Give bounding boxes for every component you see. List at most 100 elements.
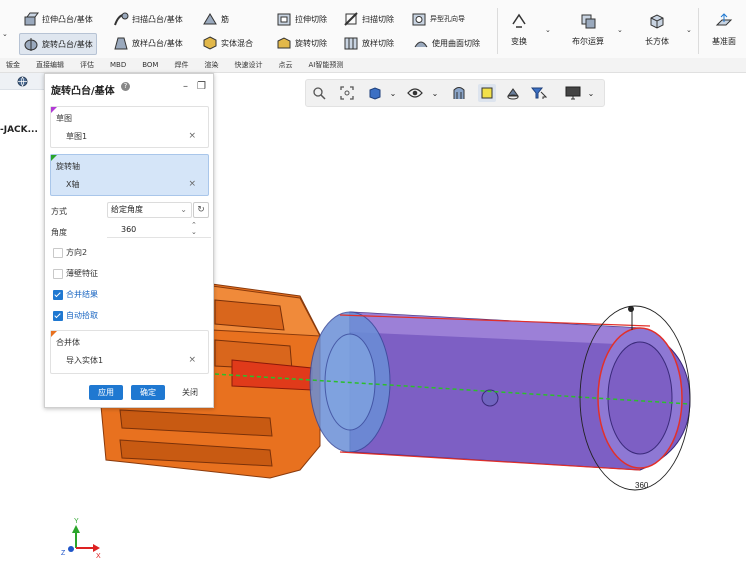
angle-stepper[interactable]: ⌃ ⌄ xyxy=(191,222,197,236)
restore-icon[interactable]: ❐ xyxy=(197,81,206,92)
display-settings-dropdown-caret[interactable]: ⌄ xyxy=(586,84,596,102)
revolve-preview-body xyxy=(309,311,691,471)
view-orientation-dropdown-caret[interactable]: ⌄ xyxy=(388,84,398,102)
ribbon-expand-caret[interactable]: ⌄ xyxy=(2,30,8,38)
visibility-dropdown-caret[interactable]: ⌄ xyxy=(430,84,440,102)
extrude-boss-icon xyxy=(24,12,39,26)
merge-result-checkbox[interactable] xyxy=(53,290,63,300)
sweep-cut-button[interactable]: 扫描切除 xyxy=(343,11,394,27)
menu-item[interactable]: 评估 xyxy=(80,60,94,70)
box-dropdown-caret[interactable]: ⌄ xyxy=(686,26,692,34)
revolve-boss-button[interactable]: 旋转凸台/基体 xyxy=(19,33,97,55)
menu-item[interactable]: 直接编辑 xyxy=(36,60,64,70)
menu-item[interactable]: 焊件 xyxy=(174,60,188,70)
sweep-boss-button[interactable]: 扫描凸台/基体 xyxy=(113,11,183,27)
direction2-label: 方向2 xyxy=(66,248,88,257)
thin-feature-checkbox[interactable] xyxy=(53,269,63,279)
globe-icon[interactable] xyxy=(17,76,28,87)
merge-body-value: 导入实体1 xyxy=(66,356,104,365)
loft-boss-icon xyxy=(114,37,128,50)
loft-cut-button[interactable]: 放样切除 xyxy=(343,35,394,51)
transform-button[interactable]: 变换 xyxy=(510,12,528,47)
auto-pick-label: 自动拾取 xyxy=(66,311,98,320)
sweep-cut-label: 扫描切除 xyxy=(362,14,394,24)
solid-mix-icon xyxy=(203,36,217,50)
display-settings-icon[interactable] xyxy=(564,84,582,102)
angle-value: 360 xyxy=(121,225,137,234)
rib-icon xyxy=(203,13,217,25)
shaded-display-icon[interactable] xyxy=(478,84,496,102)
ok-button[interactable]: 确定 xyxy=(131,385,165,400)
view-orientation-icon[interactable] xyxy=(366,84,384,102)
rib-label: 筋 xyxy=(221,14,229,24)
menu-item[interactable]: 快速设计 xyxy=(234,60,262,70)
axis-remove-icon[interactable]: × xyxy=(188,179,196,189)
loft-boss-label: 放样凸台/基体 xyxy=(132,38,183,48)
sketch-remove-icon[interactable]: × xyxy=(188,131,196,141)
menu-item[interactable]: AI智能预测 xyxy=(308,60,343,70)
angle-dimension-text[interactable]: 360 xyxy=(635,481,649,490)
apply-button[interactable]: 应用 xyxy=(89,385,123,400)
solid-mix-button[interactable]: 实体混合 xyxy=(202,35,253,51)
sketch-selection-box[interactable]: 草图 草图1 × xyxy=(50,106,209,148)
merge-body-selection-box[interactable]: 合并体 导入实体1 × xyxy=(50,330,209,374)
axis-y-label: Y xyxy=(74,518,79,525)
extrude-cut-button[interactable]: 拉伸切除 xyxy=(276,11,327,27)
merge-body-remove-icon[interactable]: × xyxy=(188,355,196,365)
transform-icon xyxy=(512,13,526,28)
auto-pick-checkbox[interactable] xyxy=(53,311,63,321)
zoom-icon[interactable] xyxy=(310,84,328,102)
sketch-label: 草图 xyxy=(56,114,72,123)
help-icon[interactable]: ? xyxy=(121,82,130,91)
datum-plane-button[interactable]: 基准面 xyxy=(712,12,736,47)
boolean-dropdown-caret[interactable]: ⌄ xyxy=(617,26,623,34)
surface-cut-button[interactable]: 使用曲面切除 xyxy=(413,35,480,51)
appearance-icon[interactable] xyxy=(504,84,522,102)
sweep-boss-icon xyxy=(114,12,129,26)
axis-x-label: X xyxy=(96,553,101,559)
surface-cut-icon xyxy=(414,41,428,48)
hole-wizard-button[interactable]: 异型孔向导 xyxy=(411,11,465,27)
extrude-boss-button[interactable]: 拉伸凸台/基体 xyxy=(23,11,93,27)
feature-tree-panel: -JACK... xyxy=(0,73,45,383)
box-button[interactable]: 长方体 xyxy=(645,12,669,47)
revolve-axis-selection-box[interactable]: 旋转轴 X轴 × xyxy=(50,154,209,196)
zoom-fit-icon[interactable] xyxy=(338,84,356,102)
thin-feature-label: 薄壁特征 xyxy=(66,269,98,278)
method-select[interactable]: 给定角度 ⌄ xyxy=(107,202,192,218)
menu-item[interactable]: 钣金 xyxy=(6,60,20,70)
panel-title: 旋转凸台/基体 xyxy=(51,86,115,97)
sweep-cut-icon xyxy=(344,12,358,26)
minimize-icon[interactable]: – xyxy=(183,81,188,92)
box-label: 长方体 xyxy=(645,37,669,46)
menu-item[interactable]: 渲染 xyxy=(204,60,218,70)
feature-tree-header xyxy=(0,73,44,90)
surface-cut-label: 使用曲面切除 xyxy=(432,38,480,48)
revolve-cut-button[interactable]: 旋转切除 xyxy=(276,35,327,51)
boolean-label: 布尔运算 xyxy=(572,37,604,46)
ribbon-divider xyxy=(497,8,498,54)
tree-item-part[interactable]: -JACK... xyxy=(0,125,38,135)
direction2-checkbox[interactable] xyxy=(53,248,63,258)
transform-label: 变换 xyxy=(511,37,527,46)
reverse-direction-icon[interactable]: ↻ xyxy=(193,202,209,218)
section-view-icon[interactable] xyxy=(450,84,468,102)
solid-mix-label: 实体混合 xyxy=(221,38,253,48)
extrude-cut-icon xyxy=(277,13,291,26)
close-button[interactable]: 关闭 xyxy=(173,385,207,400)
visibility-eye-icon[interactable] xyxy=(406,84,424,102)
rib-button[interactable]: 筋 xyxy=(202,11,229,27)
menu-item[interactable]: BOM xyxy=(142,61,158,69)
datum-plane-icon xyxy=(715,13,733,26)
axis-label: 旋转轴 xyxy=(56,162,80,171)
merge-body-label: 合并体 xyxy=(56,338,80,347)
menu-item[interactable]: MBD xyxy=(110,61,126,69)
ribbon-divider xyxy=(698,8,699,54)
loft-boss-button[interactable]: 放样凸台/基体 xyxy=(113,35,183,51)
boolean-button[interactable]: 布尔运算 xyxy=(572,12,604,47)
selection-filter-icon[interactable] xyxy=(530,84,548,102)
transform-dropdown-caret[interactable]: ⌄ xyxy=(545,26,551,34)
method-label: 方式 xyxy=(51,207,67,216)
menu-item[interactable]: 点云 xyxy=(278,60,292,70)
revolve-cut-label: 旋转切除 xyxy=(295,38,327,48)
